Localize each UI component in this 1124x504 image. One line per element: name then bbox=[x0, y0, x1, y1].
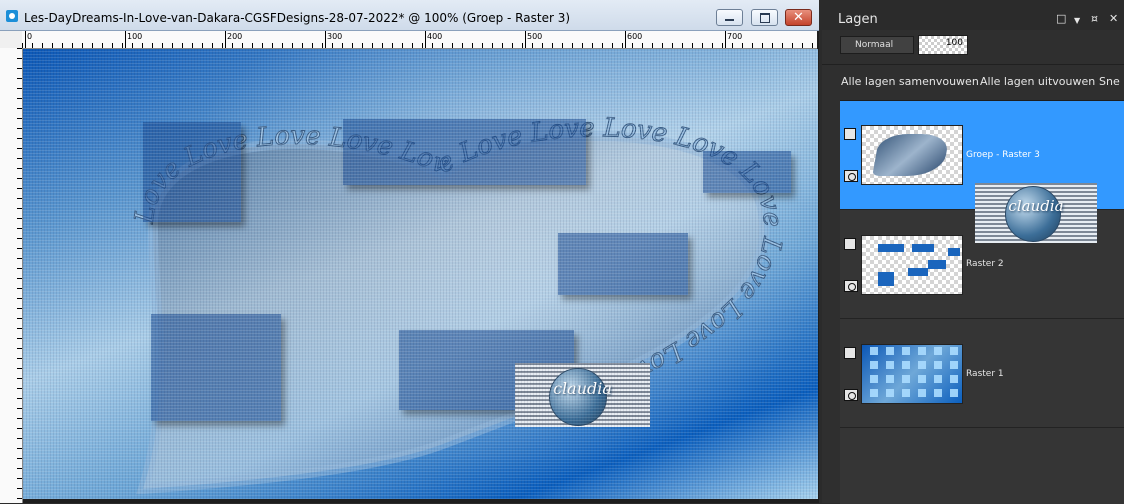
menu-chevron-icon[interactable]: ▼ bbox=[1074, 15, 1080, 26]
layer-row-raster-1[interactable]: Raster 1 bbox=[840, 319, 1124, 428]
ruler-label: 300 bbox=[327, 32, 343, 41]
layer-name: Raster 2 bbox=[966, 259, 1004, 269]
divider bbox=[822, 64, 1124, 65]
psp-app-icon bbox=[6, 10, 18, 22]
watermark-text: claudia bbox=[553, 379, 612, 398]
layer-thumbnail bbox=[861, 235, 963, 295]
ruler-major-tick bbox=[625, 31, 626, 48]
thumb-shape bbox=[948, 248, 960, 256]
image-canvas[interactable]: Love Love Love Love Love Love Love Love … bbox=[23, 49, 818, 499]
claudia-watermark: claudia bbox=[515, 363, 650, 427]
decor-rectangle bbox=[343, 119, 586, 185]
layers-panel: Lagen □ ▼ ¤ ✕ Normaal ▼ 100 Alle lagen s… bbox=[822, 0, 1124, 504]
ruler-label: 500 bbox=[527, 32, 543, 41]
pin-icon[interactable]: ¤ bbox=[1091, 13, 1098, 24]
float-icon[interactable]: □ bbox=[1056, 13, 1066, 24]
blend-mode-select[interactable]: Normaal ▼ bbox=[840, 36, 927, 54]
heart-love-text: Love Love Love Love Love Love Love Love … bbox=[129, 113, 788, 423]
watermark-text: claudia bbox=[1008, 197, 1064, 215]
ruler-label: 600 bbox=[627, 32, 643, 41]
decor-rectangle bbox=[558, 233, 688, 295]
visibility-eye-icon[interactable] bbox=[844, 389, 858, 401]
layer-name: Groep - Raster 3 bbox=[966, 150, 1040, 160]
svg-text:Love Love Love Love Love Love: Love Love Love Love Love Love Love Love … bbox=[129, 113, 787, 422]
thumb-shape bbox=[928, 260, 946, 269]
layers-panel-header[interactable]: Lagen □ ▼ ¤ ✕ bbox=[822, 0, 1124, 30]
blend-mode-value: Normaal bbox=[855, 40, 894, 50]
visibility-eye-icon[interactable] bbox=[844, 170, 858, 182]
ruler-label: 700 bbox=[727, 32, 743, 41]
close-button[interactable]: ✕ bbox=[785, 9, 812, 26]
ruler-corner bbox=[0, 31, 22, 49]
ruler-major-tick bbox=[25, 31, 26, 48]
snapshot-button[interactable]: Sne bbox=[1099, 75, 1120, 88]
thumb-shape bbox=[908, 268, 928, 276]
maximize-icon bbox=[752, 10, 777, 25]
ruler-label: 100 bbox=[127, 32, 143, 41]
love-heart-artwork: Love Love Love Love Love Love Love Love … bbox=[129, 113, 788, 494]
panel-title: Lagen bbox=[838, 12, 878, 27]
ruler-label: 400 bbox=[427, 32, 443, 41]
document-titlebar[interactable]: Les-DayDreams-In-Love-van-Dakara-CGSFDes… bbox=[0, 0, 819, 31]
thumb-shape bbox=[878, 244, 904, 252]
document-window: Les-DayDreams-In-Love-van-Dakara-CGSFDes… bbox=[0, 0, 819, 503]
decor-rectangle bbox=[151, 314, 281, 421]
layer-list: Groep - Raster 3 Raster 2 Raster 1 claud… bbox=[840, 100, 1124, 504]
layer-thumbnail bbox=[861, 125, 963, 185]
ruler-major-tick bbox=[125, 31, 126, 48]
watermark-globe-icon bbox=[549, 368, 607, 426]
decor-rectangle bbox=[399, 330, 574, 410]
ruler-major-tick bbox=[325, 31, 326, 48]
close-icon[interactable]: ✕ bbox=[1109, 13, 1118, 24]
minimize-icon bbox=[717, 10, 742, 25]
document-title: Les-DayDreams-In-Love-van-Dakara-CGSFDes… bbox=[24, 11, 571, 25]
decor-rectangle bbox=[703, 151, 791, 193]
opacity-field[interactable]: 100 bbox=[918, 35, 968, 55]
ruler-major-tick bbox=[725, 31, 726, 48]
ruler-label: 200 bbox=[227, 32, 243, 41]
horizontal-ruler[interactable]: 0 100 200 300 400 500 600 700 bbox=[22, 31, 817, 49]
claudia-watermark: claudia bbox=[975, 183, 1097, 243]
thumb-shape bbox=[912, 244, 934, 252]
ruler-label: 0 bbox=[27, 32, 33, 41]
ruler-major-tick bbox=[525, 31, 526, 48]
layer-group-icon[interactable] bbox=[844, 128, 856, 140]
decor-rectangle bbox=[143, 122, 241, 222]
thumb-shape bbox=[878, 272, 894, 286]
vertical-ruler[interactable] bbox=[0, 48, 23, 503]
expand-all-layers-button[interactable]: Alle lagen uitvouwen bbox=[980, 75, 1095, 88]
collapse-all-layers-button[interactable]: Alle lagen samenvouwen bbox=[841, 75, 979, 88]
opacity-value: 100 bbox=[945, 38, 963, 48]
close-icon: ✕ bbox=[793, 10, 804, 25]
ruler-ticks bbox=[0, 48, 22, 503]
visibility-eye-icon[interactable] bbox=[844, 280, 858, 292]
ruler-major-tick bbox=[225, 31, 226, 48]
minimize-button[interactable] bbox=[716, 9, 743, 26]
maximize-button[interactable] bbox=[751, 9, 778, 26]
ruler-major-tick bbox=[425, 31, 426, 48]
layer-thumbnail bbox=[861, 344, 963, 404]
layer-group-icon[interactable] bbox=[844, 347, 856, 359]
layer-name: Raster 1 bbox=[966, 369, 1004, 379]
layer-group-icon[interactable] bbox=[844, 238, 856, 250]
